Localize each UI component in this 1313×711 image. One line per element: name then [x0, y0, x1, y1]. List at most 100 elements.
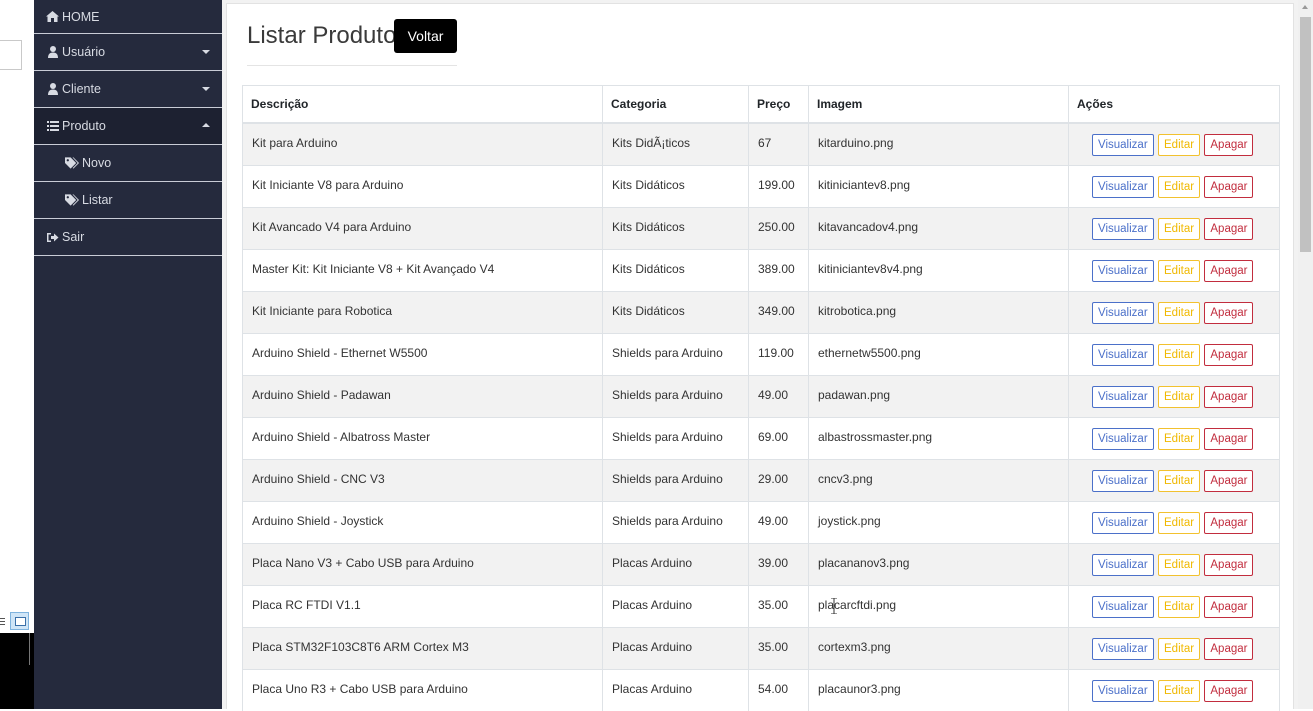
background-window-strip [0, 0, 34, 709]
title-divider [247, 65, 457, 66]
edit-button[interactable]: Editar [1158, 175, 1201, 198]
sidebar-item-usuario[interactable]: Usuário [34, 34, 222, 71]
edit-button[interactable]: Editar [1158, 217, 1201, 240]
cell-descricao: Master Kit: Kit Iniciante V8 + Kit Avanç… [242, 248, 603, 291]
edit-button[interactable]: Editar [1158, 469, 1201, 492]
view-button[interactable]: Visualizar [1092, 301, 1154, 324]
sidebar-item-label: Usuário [62, 45, 106, 59]
page-scrollbar[interactable] [1298, 0, 1313, 709]
column-header-imagem[interactable]: Imagem [808, 85, 1069, 124]
delete-button[interactable]: Apagar [1204, 469, 1254, 492]
table-row: Placa STM32F103C8T6 ARM Cortex M3 Placas … [242, 626, 1280, 669]
scroll-up-arrow-icon[interactable] [1302, 5, 1308, 9]
cell-descricao: Kit Iniciante para Robotica [242, 290, 603, 333]
background-window-toolbar [0, 612, 34, 632]
cell-actions: Visualizar Editar Apagar [1068, 248, 1280, 291]
view-button[interactable]: Visualizar [1092, 427, 1154, 450]
sidebar-item-label: Sair [62, 230, 85, 244]
view-button[interactable]: Visualizar [1092, 637, 1154, 660]
cell-categoria: Shields para Arduino [602, 458, 749, 501]
edit-button[interactable]: Editar [1158, 134, 1201, 156]
back-button[interactable]: Voltar [394, 19, 457, 53]
cell-imagem: kitavancadov4.png [808, 206, 1069, 249]
column-header-descricao[interactable]: Descrição [242, 85, 603, 124]
background-window-field [0, 40, 22, 70]
delete-button[interactable]: Apagar [1204, 595, 1254, 618]
view-button[interactable]: Visualizar [1092, 595, 1154, 618]
delete-button[interactable]: Apagar [1204, 259, 1254, 282]
edit-button[interactable]: Editar [1158, 343, 1201, 366]
sidebar-item-cliente[interactable]: Cliente [34, 71, 222, 108]
edit-button[interactable]: Editar [1158, 259, 1201, 282]
delete-button[interactable]: Apagar [1204, 385, 1254, 408]
delete-button[interactable]: Apagar [1204, 217, 1254, 240]
column-header-categoria[interactable]: Categoria [602, 85, 749, 124]
sidebar-item-produto[interactable]: Produto [34, 108, 222, 145]
delete-button[interactable]: Apagar [1204, 301, 1254, 324]
delete-button[interactable]: Apagar [1204, 175, 1254, 198]
table-row: Kit Avancado V4 para Arduino Kits Didátic… [242, 206, 1280, 249]
edit-button[interactable]: Editar [1158, 637, 1201, 660]
table-row: Arduino Shield - Ethernet W5500 Shields p… [242, 332, 1280, 375]
page-title: Listar Produto [247, 22, 397, 49]
delete-button[interactable]: Apagar [1204, 637, 1254, 660]
cell-preco: 54.00 [748, 668, 809, 711]
cell-imagem: kitiniciantev8.png [808, 164, 1069, 207]
sidebar-item-sair[interactable]: Sair [34, 219, 222, 256]
cell-imagem: albastrossmaster.png [808, 416, 1069, 459]
edit-button[interactable]: Editar [1158, 385, 1201, 408]
table-row: Arduino Shield - Joystick Shields para Ar… [242, 500, 1280, 543]
cell-actions: Visualizar Editar Apagar [1068, 206, 1280, 249]
delete-button[interactable]: Apagar [1204, 427, 1254, 450]
cell-categoria: Shields para Arduino [602, 332, 749, 375]
cell-actions: Visualizar Editar Apagar [1068, 458, 1280, 501]
view-button[interactable]: Visualizar [1092, 385, 1154, 408]
edit-button[interactable]: Editar [1158, 301, 1201, 324]
cell-imagem: placananov3.png [808, 542, 1069, 585]
delete-button[interactable]: Apagar [1204, 679, 1254, 702]
sidebar-subitem-novo[interactable]: Novo [34, 145, 222, 182]
table-row: Arduino Shield - Padawan Shields para Ard… [242, 374, 1280, 417]
sidebar-item-label: Cliente [62, 82, 101, 96]
cell-descricao: Kit Avancado V4 para Arduino [242, 206, 603, 249]
delete-button[interactable]: Apagar [1204, 134, 1254, 156]
cell-actions: Visualizar Editar Apagar [1068, 584, 1280, 627]
view-button[interactable]: Visualizar [1092, 343, 1154, 366]
cell-descricao: Arduino Shield - Albatross Master [242, 416, 603, 459]
view-button[interactable]: Visualizar [1092, 469, 1154, 492]
cell-preco: 250.00 [748, 206, 809, 249]
edit-button[interactable]: Editar [1158, 679, 1201, 702]
cell-actions: Visualizar Editar Apagar [1068, 122, 1280, 165]
delete-button[interactable]: Apagar [1204, 553, 1254, 576]
view-button[interactable]: Visualizar [1092, 259, 1154, 282]
cell-actions: Visualizar Editar Apagar [1068, 500, 1280, 543]
edit-button[interactable]: Editar [1158, 511, 1201, 534]
edit-button[interactable]: Editar [1158, 427, 1201, 450]
edit-button[interactable]: Editar [1158, 595, 1201, 618]
column-header-preco[interactable]: Preço [748, 85, 809, 124]
tags-icon [65, 194, 79, 206]
table-body: Kit para Arduino Kits DidÃ¡ticos 67 kitardu… [242, 122, 1280, 711]
cell-actions: Visualizar Editar Apagar [1068, 290, 1280, 333]
view-button[interactable]: Visualizar [1092, 679, 1154, 702]
delete-button[interactable]: Apagar [1204, 511, 1254, 534]
view-button[interactable]: Visualizar [1092, 175, 1154, 198]
view-button[interactable]: Visualizar [1092, 134, 1154, 156]
cell-imagem: ethernetw5500.png [808, 332, 1069, 375]
background-divider [29, 633, 30, 665]
delete-button[interactable]: Apagar [1204, 343, 1254, 366]
cell-categoria: Kits Didáticos [602, 290, 749, 333]
edit-button[interactable]: Editar [1158, 553, 1201, 576]
cell-categoria: Kits DidÃ¡ticos [602, 122, 749, 165]
sidebar-subitem-listar[interactable]: Listar [34, 182, 222, 219]
scrollbar-thumb[interactable] [1300, 17, 1311, 252]
cell-preco: 29.00 [748, 458, 809, 501]
sidebar-item-label: Novo [82, 156, 112, 170]
view-button[interactable]: Visualizar [1092, 511, 1154, 534]
sidebar-item-home[interactable]: HOME [34, 0, 222, 34]
cell-actions: Visualizar Editar Apagar [1068, 626, 1280, 669]
view-button[interactable]: Visualizar [1092, 217, 1154, 240]
user-icon [46, 83, 59, 95]
view-button[interactable]: Visualizar [1092, 553, 1154, 576]
table-row: Placa RC FTDI V1.1 Placas Arduino 35.00 pla… [242, 584, 1280, 627]
